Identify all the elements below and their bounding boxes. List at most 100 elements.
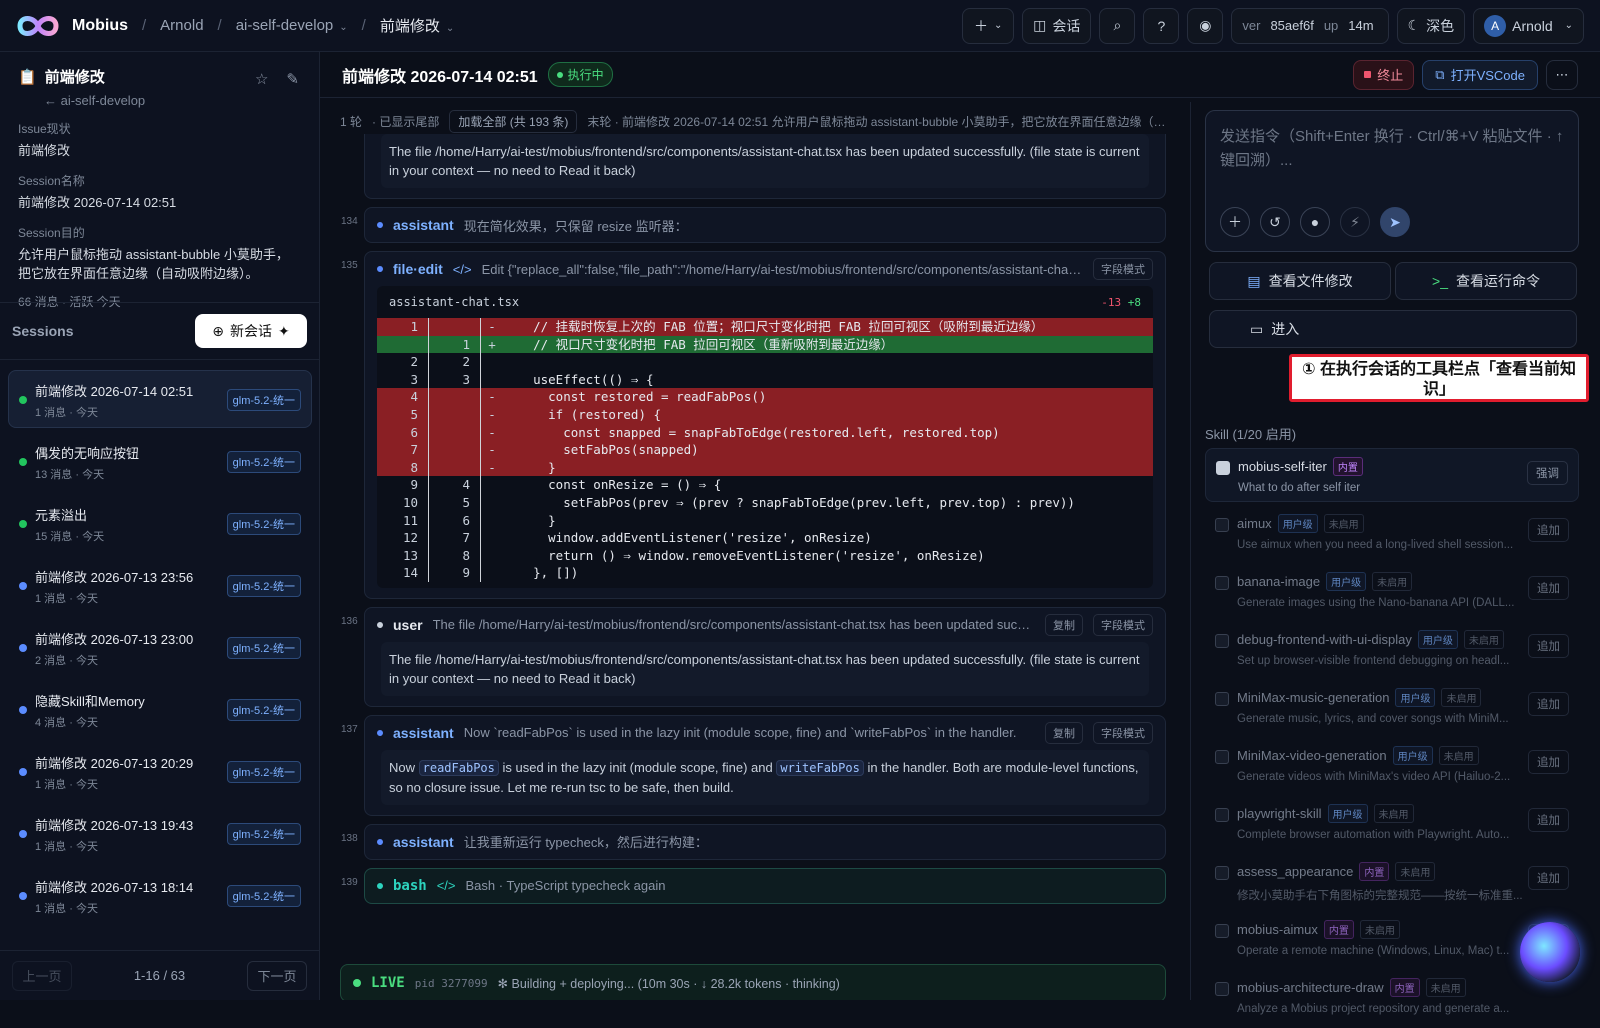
- theme-toggle-button[interactable]: ☾ 深色: [1396, 7, 1466, 44]
- skill-checkbox[interactable]: [1215, 750, 1229, 764]
- skill-name: mobius-self-iter: [1238, 459, 1327, 474]
- old-line-number: 6: [377, 423, 429, 442]
- skill-checkbox[interactable]: [1215, 866, 1229, 880]
- sparkle-icon: ✦: [278, 322, 290, 339]
- add-menu-button[interactable]: ＋ ⌄: [962, 7, 1015, 44]
- skill-checkbox[interactable]: [1215, 808, 1229, 822]
- session-item[interactable]: 前端修改 2026-07-13 23:56 1 消息 · 今天 glm-5.2-…: [8, 556, 312, 614]
- microphone-icon[interactable]: ●: [1300, 207, 1330, 237]
- session-toggle-label: 会话: [1052, 17, 1081, 34]
- top-bar: Mobius / Arnold / ai-self-develop ⌄ / 前端修…: [0, 0, 1600, 52]
- old-line-number: 9: [377, 476, 429, 494]
- skill-checkbox[interactable]: [1215, 518, 1229, 532]
- skill-action-button[interactable]: 追加: [1528, 634, 1569, 658]
- breadcrumb-project[interactable]: ai-self-develop ⌄: [236, 17, 348, 34]
- command-composer[interactable]: 发送指令（Shift+Enter 换行 · Ctrl/⌘+V 粘贴文件 · ↑键…: [1205, 110, 1579, 252]
- user-menu-button[interactable]: A Arnold ⌄: [1473, 7, 1584, 44]
- message-header[interactable]: assistant Now `readFabPos` is used in th…: [365, 716, 1165, 750]
- session-item[interactable]: 隐藏Skill和Memory 4 消息 · 今天 glm-5.2-统一: [8, 680, 312, 738]
- breadcrumb-issue[interactable]: 前端修改 ⌄: [380, 15, 454, 36]
- skill-item: banana-image 用户级 未启用 Generate images using …: [1205, 564, 1579, 618]
- skill-action-button[interactable]: 追加: [1528, 866, 1569, 890]
- mobius-logo-icon[interactable]: [16, 13, 60, 39]
- diff-additions: +8: [1127, 295, 1141, 309]
- edit-icon[interactable]: ✎: [286, 70, 299, 88]
- version-label: ver: [1242, 18, 1261, 33]
- skill-checkbox[interactable]: [1215, 924, 1229, 938]
- diff-text: setFabPos(snapped): [503, 442, 699, 458]
- view-commands-button[interactable]: >_ 查看运行命令: [1395, 262, 1577, 300]
- field-mode-button[interactable]: 字段模式: [1093, 613, 1153, 636]
- session-item[interactable]: 偶发的无响应按钮 13 消息 · 今天 glm-5.2-统一: [8, 432, 312, 490]
- send-icon[interactable]: ➤: [1380, 207, 1410, 237]
- session-item[interactable]: 前端修改 2026-07-13 20:29 1 消息 · 今天 glm-5.2-…: [8, 742, 312, 800]
- issue-parent-link[interactable]: ← ai-self-develop: [44, 93, 301, 108]
- code-icon: </>: [436, 878, 456, 894]
- session-item[interactable]: 前端修改 2026-07-14 02:51 1 消息 · 今天 glm-5.2-…: [8, 370, 312, 428]
- load-all-button[interactable]: 加载全部 (共 193 条): [449, 109, 578, 133]
- message-header[interactable]: bash </> Bash · TypeScript typecheck aga…: [365, 869, 1165, 903]
- session-item[interactable]: 前端修改 2026-07-13 19:43 1 消息 · 今天 glm-5.2-…: [8, 804, 312, 862]
- brand-name[interactable]: Mobius: [72, 17, 128, 35]
- skill-action-button[interactable]: 追加: [1528, 692, 1569, 716]
- star-icon[interactable]: ☆: [255, 70, 268, 88]
- skill-checkbox[interactable]: [1215, 982, 1229, 996]
- diff-text: }, []): [503, 565, 579, 581]
- session-status-dot-icon: [19, 520, 27, 528]
- session-goal-value: 允许用户鼠标拖动 assistant-bubble 小莫助手，把它放在界面任意边…: [18, 247, 289, 281]
- live-label: LIVE: [371, 975, 405, 991]
- issue-actions: ☆ ✎: [255, 70, 299, 88]
- page-info: 1-16 / 63: [133, 968, 186, 983]
- skill-action-button[interactable]: 追加: [1528, 750, 1569, 774]
- history-icon[interactable]: ↺: [1260, 207, 1290, 237]
- message-header[interactable]: file·edit </> Edit {"replace_all":false,…: [365, 252, 1165, 286]
- skill-action-button[interactable]: 追加: [1528, 518, 1569, 542]
- new-line-number: 6: [429, 511, 481, 530]
- breadcrumb-user[interactable]: Arnold: [160, 17, 203, 34]
- session-item[interactable]: 前端修改 2026-07-13 18:14 1 消息 · 今天 glm-5.2-…: [8, 866, 312, 924]
- enter-knowledge-button[interactable]: ▭ 进入: [1209, 310, 1577, 348]
- next-page-button[interactable]: 下一页: [247, 960, 307, 991]
- skill-action-button[interactable]: 强调: [1527, 461, 1568, 485]
- field-mode-button[interactable]: 字段模式: [1093, 721, 1153, 744]
- more-options-button[interactable]: ⋯: [1546, 59, 1578, 90]
- skill-action-button[interactable]: 追加: [1528, 808, 1569, 832]
- view-file-changes-button[interactable]: ▤ 查看文件修改: [1209, 262, 1391, 300]
- skill-name: playwright-skill: [1237, 806, 1322, 821]
- message-header[interactable]: assistant 让我重新运行 typecheck，然后进行构建：: [365, 825, 1165, 859]
- skill-action-button[interactable]: 追加: [1528, 576, 1569, 600]
- user-name: Arnold: [1512, 17, 1553, 34]
- search-button[interactable]: ⌕: [1099, 7, 1136, 44]
- skill-checkbox[interactable]: [1216, 461, 1230, 475]
- screen-icon: ▭: [1250, 320, 1264, 337]
- field-mode-button[interactable]: 字段模式: [1093, 258, 1153, 280]
- new-session-button[interactable]: ⊕ 新会话 ✦: [195, 314, 307, 348]
- message-card: 137 assistant Now `readFabPos` is used i…: [341, 714, 1166, 816]
- command-input[interactable]: 发送指令（Shift+Enter 换行 · Ctrl/⌘+V 粘贴文件 · ↑键…: [1220, 125, 1564, 173]
- lightning-icon[interactable]: ⚡: [1340, 207, 1370, 237]
- uptime-label: up: [1323, 18, 1339, 33]
- assistant-bubble-icon[interactable]: [1520, 922, 1580, 982]
- skill-state-badge: 未启用: [1373, 804, 1414, 823]
- skill-checkbox[interactable]: [1215, 692, 1229, 706]
- session-item[interactable]: 前端修改 2026-07-13 23:00 2 消息 · 今天 glm-5.2-…: [8, 618, 312, 676]
- skill-item: mobius-self-iter 内置 What to do after self …: [1205, 448, 1579, 502]
- github-button[interactable]: ◉: [1187, 7, 1224, 44]
- open-vscode-button[interactable]: ⧉ 打开VSCode: [1422, 59, 1538, 90]
- help-button[interactable]: ?: [1143, 7, 1180, 44]
- session-toggle-button[interactable]: ◫ 会话: [1022, 7, 1092, 44]
- issue-title-text: 前端修改: [44, 69, 105, 86]
- add-attachment-icon[interactable]: ＋: [1220, 207, 1250, 237]
- copy-button[interactable]: 复制: [1045, 721, 1083, 744]
- diff-line: 22: [377, 353, 1153, 371]
- stop-button[interactable]: 终止: [1353, 59, 1415, 90]
- session-item[interactable]: 元素溢出 15 消息 · 今天 glm-5.2-统一: [8, 494, 312, 552]
- skill-checkbox[interactable]: [1215, 576, 1229, 590]
- help-icon: ?: [1157, 17, 1166, 34]
- skill-checkbox[interactable]: [1215, 634, 1229, 648]
- skill-name: banana-image: [1237, 574, 1321, 589]
- message-header[interactable]: assistant 现在简化效果，只保留 resize 监听器：: [365, 208, 1165, 242]
- message-header[interactable]: user The file /home/Harry/ai-test/mobius…: [365, 608, 1165, 642]
- prev-page-button[interactable]: 上一页: [12, 960, 72, 991]
- copy-button[interactable]: 复制: [1045, 613, 1083, 636]
